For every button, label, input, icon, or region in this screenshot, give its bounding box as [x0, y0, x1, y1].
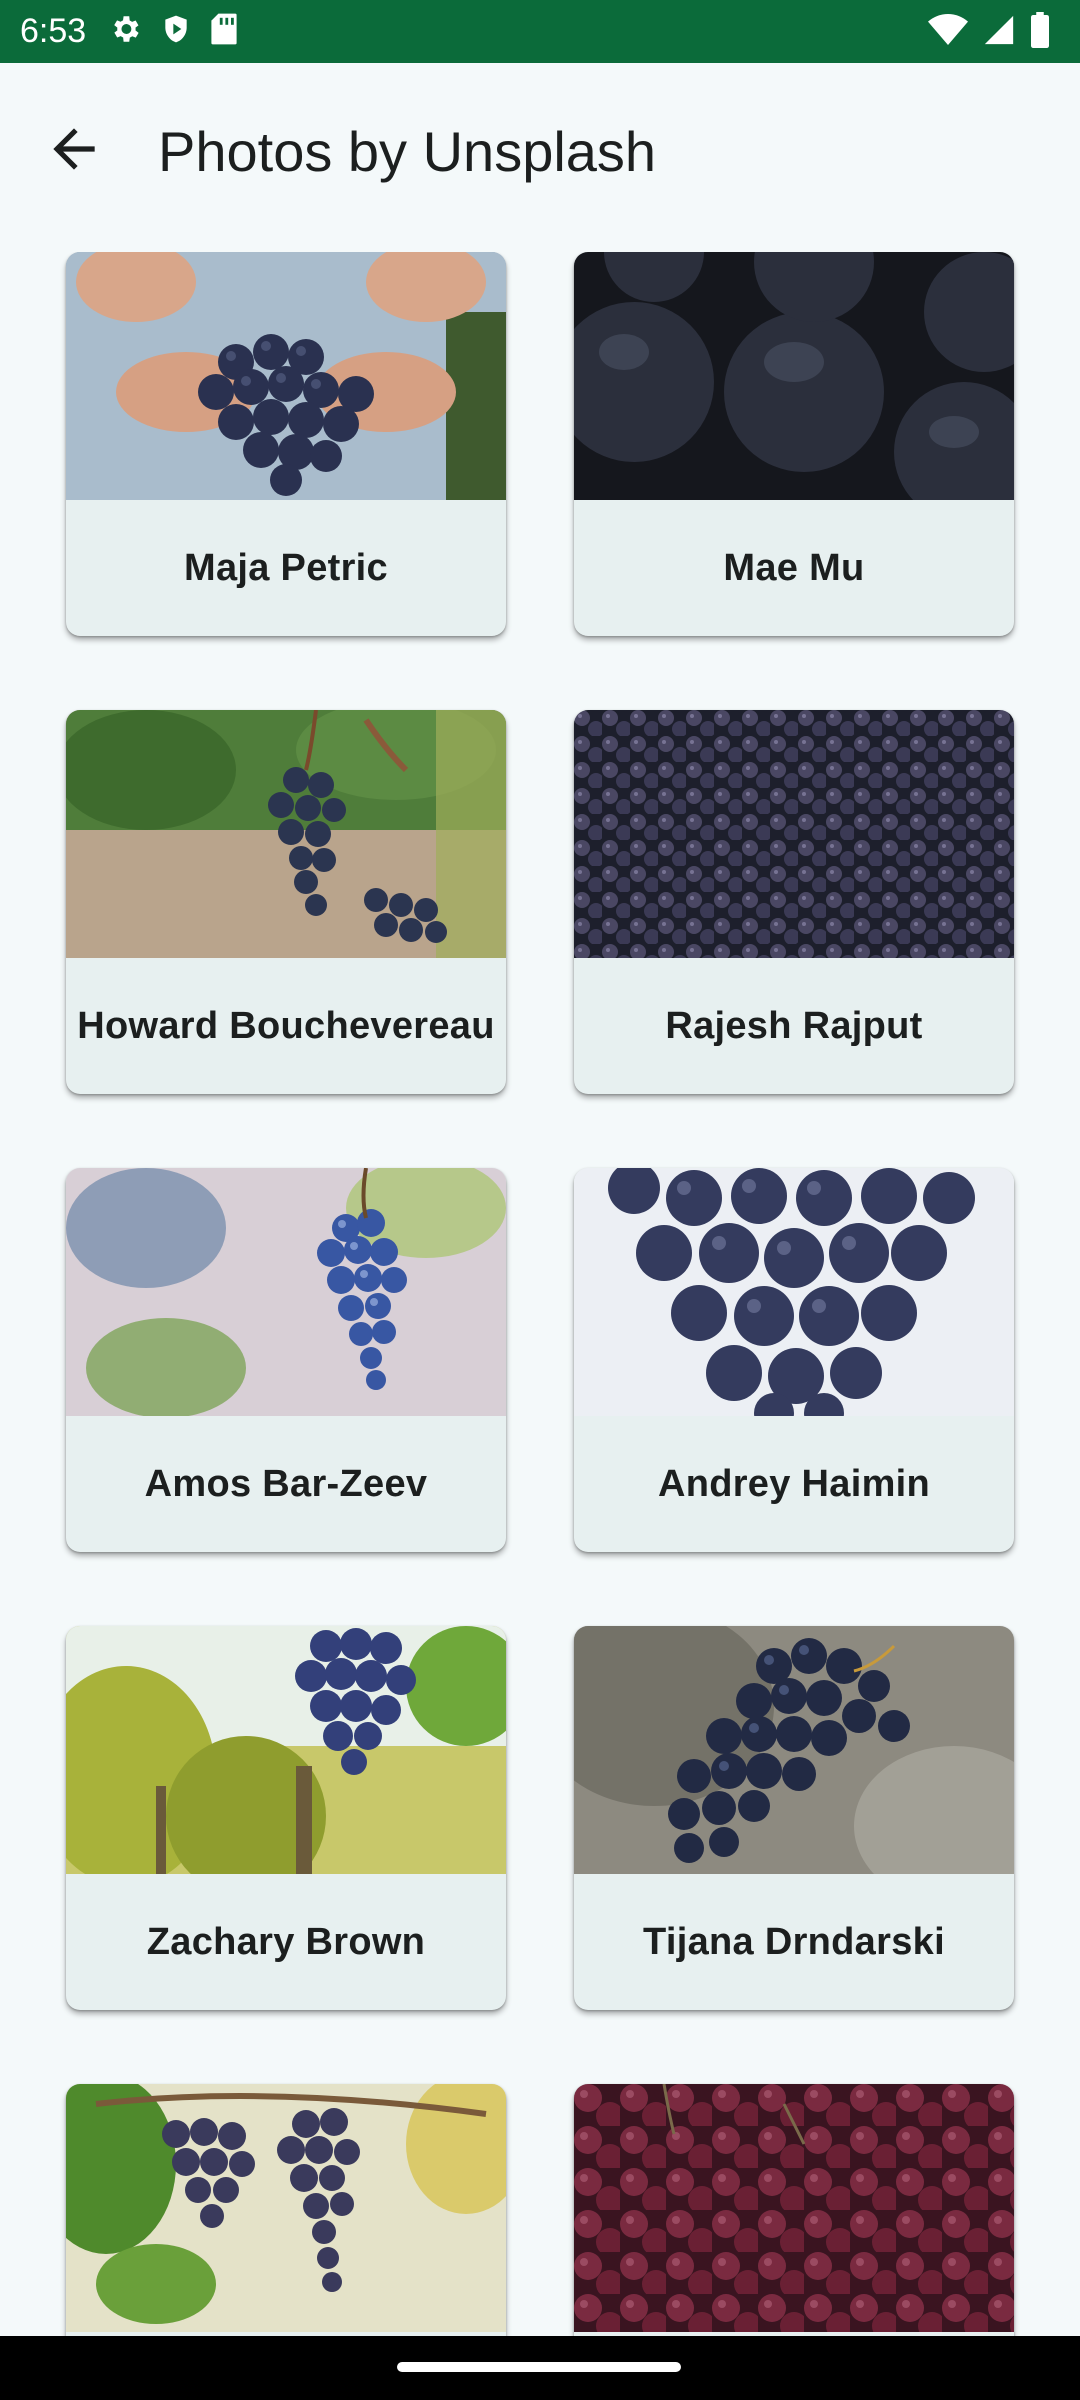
photo-card[interactable]	[574, 2084, 1014, 2336]
photo-card[interactable]: Tijana Drndarski	[574, 1626, 1014, 2010]
photo-image	[574, 1626, 1014, 1874]
page-title: Photos by Unsplash	[158, 120, 657, 183]
photographer-name: Rajesh Rajput	[665, 1004, 923, 1047]
photographer-name: Andrey Haimin	[657, 1462, 931, 1505]
photo-card[interactable]: Amos Bar-Zeev	[66, 1168, 506, 1552]
photo-image	[574, 710, 1014, 958]
status-icons-right	[928, 12, 1050, 53]
photo-card[interactable]: Mae Mu	[574, 252, 1014, 636]
photo-image	[574, 2084, 1014, 2332]
status-icons-left	[108, 12, 238, 51]
gear-icon	[108, 12, 142, 51]
cell-signal-icon	[982, 13, 1016, 52]
photographer-name: Zachary Brown	[146, 1920, 426, 1963]
home-gesture-handle[interactable]	[397, 2362, 681, 2372]
photo-image	[574, 1168, 1014, 1416]
sd-card-icon	[210, 12, 238, 51]
photo-image	[66, 1626, 506, 1874]
status-time: 6:53	[20, 12, 87, 50]
photographer-name: Howard Bouchevereau	[77, 1004, 495, 1047]
wifi-icon	[928, 13, 968, 52]
arrow-back-icon	[43, 118, 105, 185]
photo-image	[66, 1168, 506, 1416]
photo-card[interactable]: Howard Bouchevereau	[66, 710, 506, 1094]
photo-card[interactable]: Andrey Haimin	[574, 1168, 1014, 1552]
photo-image	[66, 2084, 506, 2332]
navigation-bar	[0, 2336, 1080, 2400]
status-bar: 6:53	[0, 0, 1080, 63]
photo-card[interactable]: Zachary Brown	[66, 1626, 506, 2010]
photo-card[interactable]	[66, 2084, 506, 2336]
battery-icon	[1030, 12, 1050, 53]
app-bar: Photos by Unsplash	[0, 63, 1080, 231]
photo-grid: Maja Petric Mae Mu Howard Bouchevereau R…	[0, 252, 1080, 2336]
back-button[interactable]	[34, 111, 114, 191]
photographer-name: Mae Mu	[723, 546, 865, 589]
photographer-name: Tijana Drndarski	[643, 1920, 945, 1963]
photo-image	[66, 710, 506, 958]
photo-card[interactable]: Maja Petric	[66, 252, 506, 636]
photo-image	[66, 252, 506, 500]
photo-card[interactable]: Rajesh Rajput	[574, 710, 1014, 1094]
photographer-name: Maja Petric	[184, 546, 388, 589]
photo-image	[574, 252, 1014, 500]
photographer-name: Amos Bar-Zeev	[144, 1462, 428, 1505]
play-protect-icon	[160, 12, 192, 51]
